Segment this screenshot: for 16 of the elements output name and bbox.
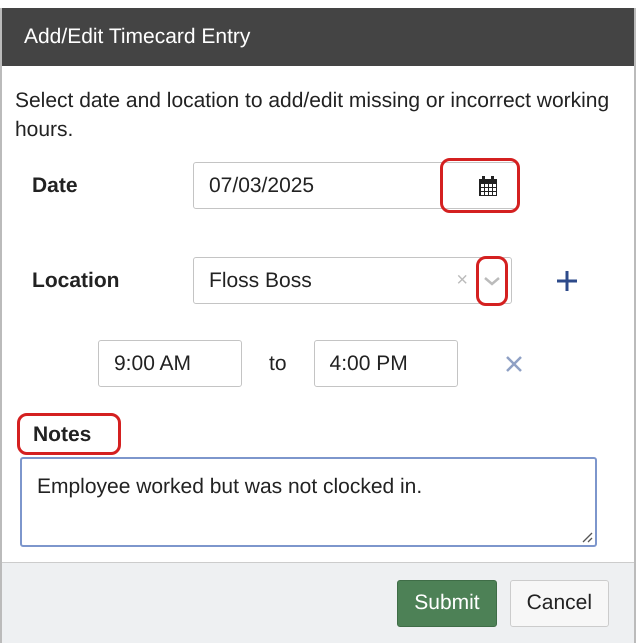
to-label: to xyxy=(269,352,287,376)
date-label: Date xyxy=(32,174,79,198)
notes-field[interactable]: Employee worked but was not clocked in. xyxy=(20,457,597,547)
close-icon[interactable] xyxy=(504,354,523,372)
instruction-text: Select date and location to add/edit missing or incorrect working hours. xyxy=(15,88,610,143)
calendar-icon xyxy=(477,174,499,196)
calendar-button[interactable] xyxy=(477,174,499,196)
location-label: Location xyxy=(32,268,120,292)
cancel-button[interactable]: Cancel xyxy=(510,580,609,626)
end-time-field[interactable]: 4:00 PM xyxy=(314,340,458,387)
resize-grip-icon[interactable] xyxy=(581,531,593,543)
notes-label: Notes xyxy=(33,423,92,446)
dialog-title: Add/Edit Timecard Entry xyxy=(24,25,250,49)
submit-button[interactable]: Submit xyxy=(397,580,497,626)
start-time-field[interactable]: 9:00 AM xyxy=(98,340,242,387)
add-icon[interactable] xyxy=(556,270,578,292)
